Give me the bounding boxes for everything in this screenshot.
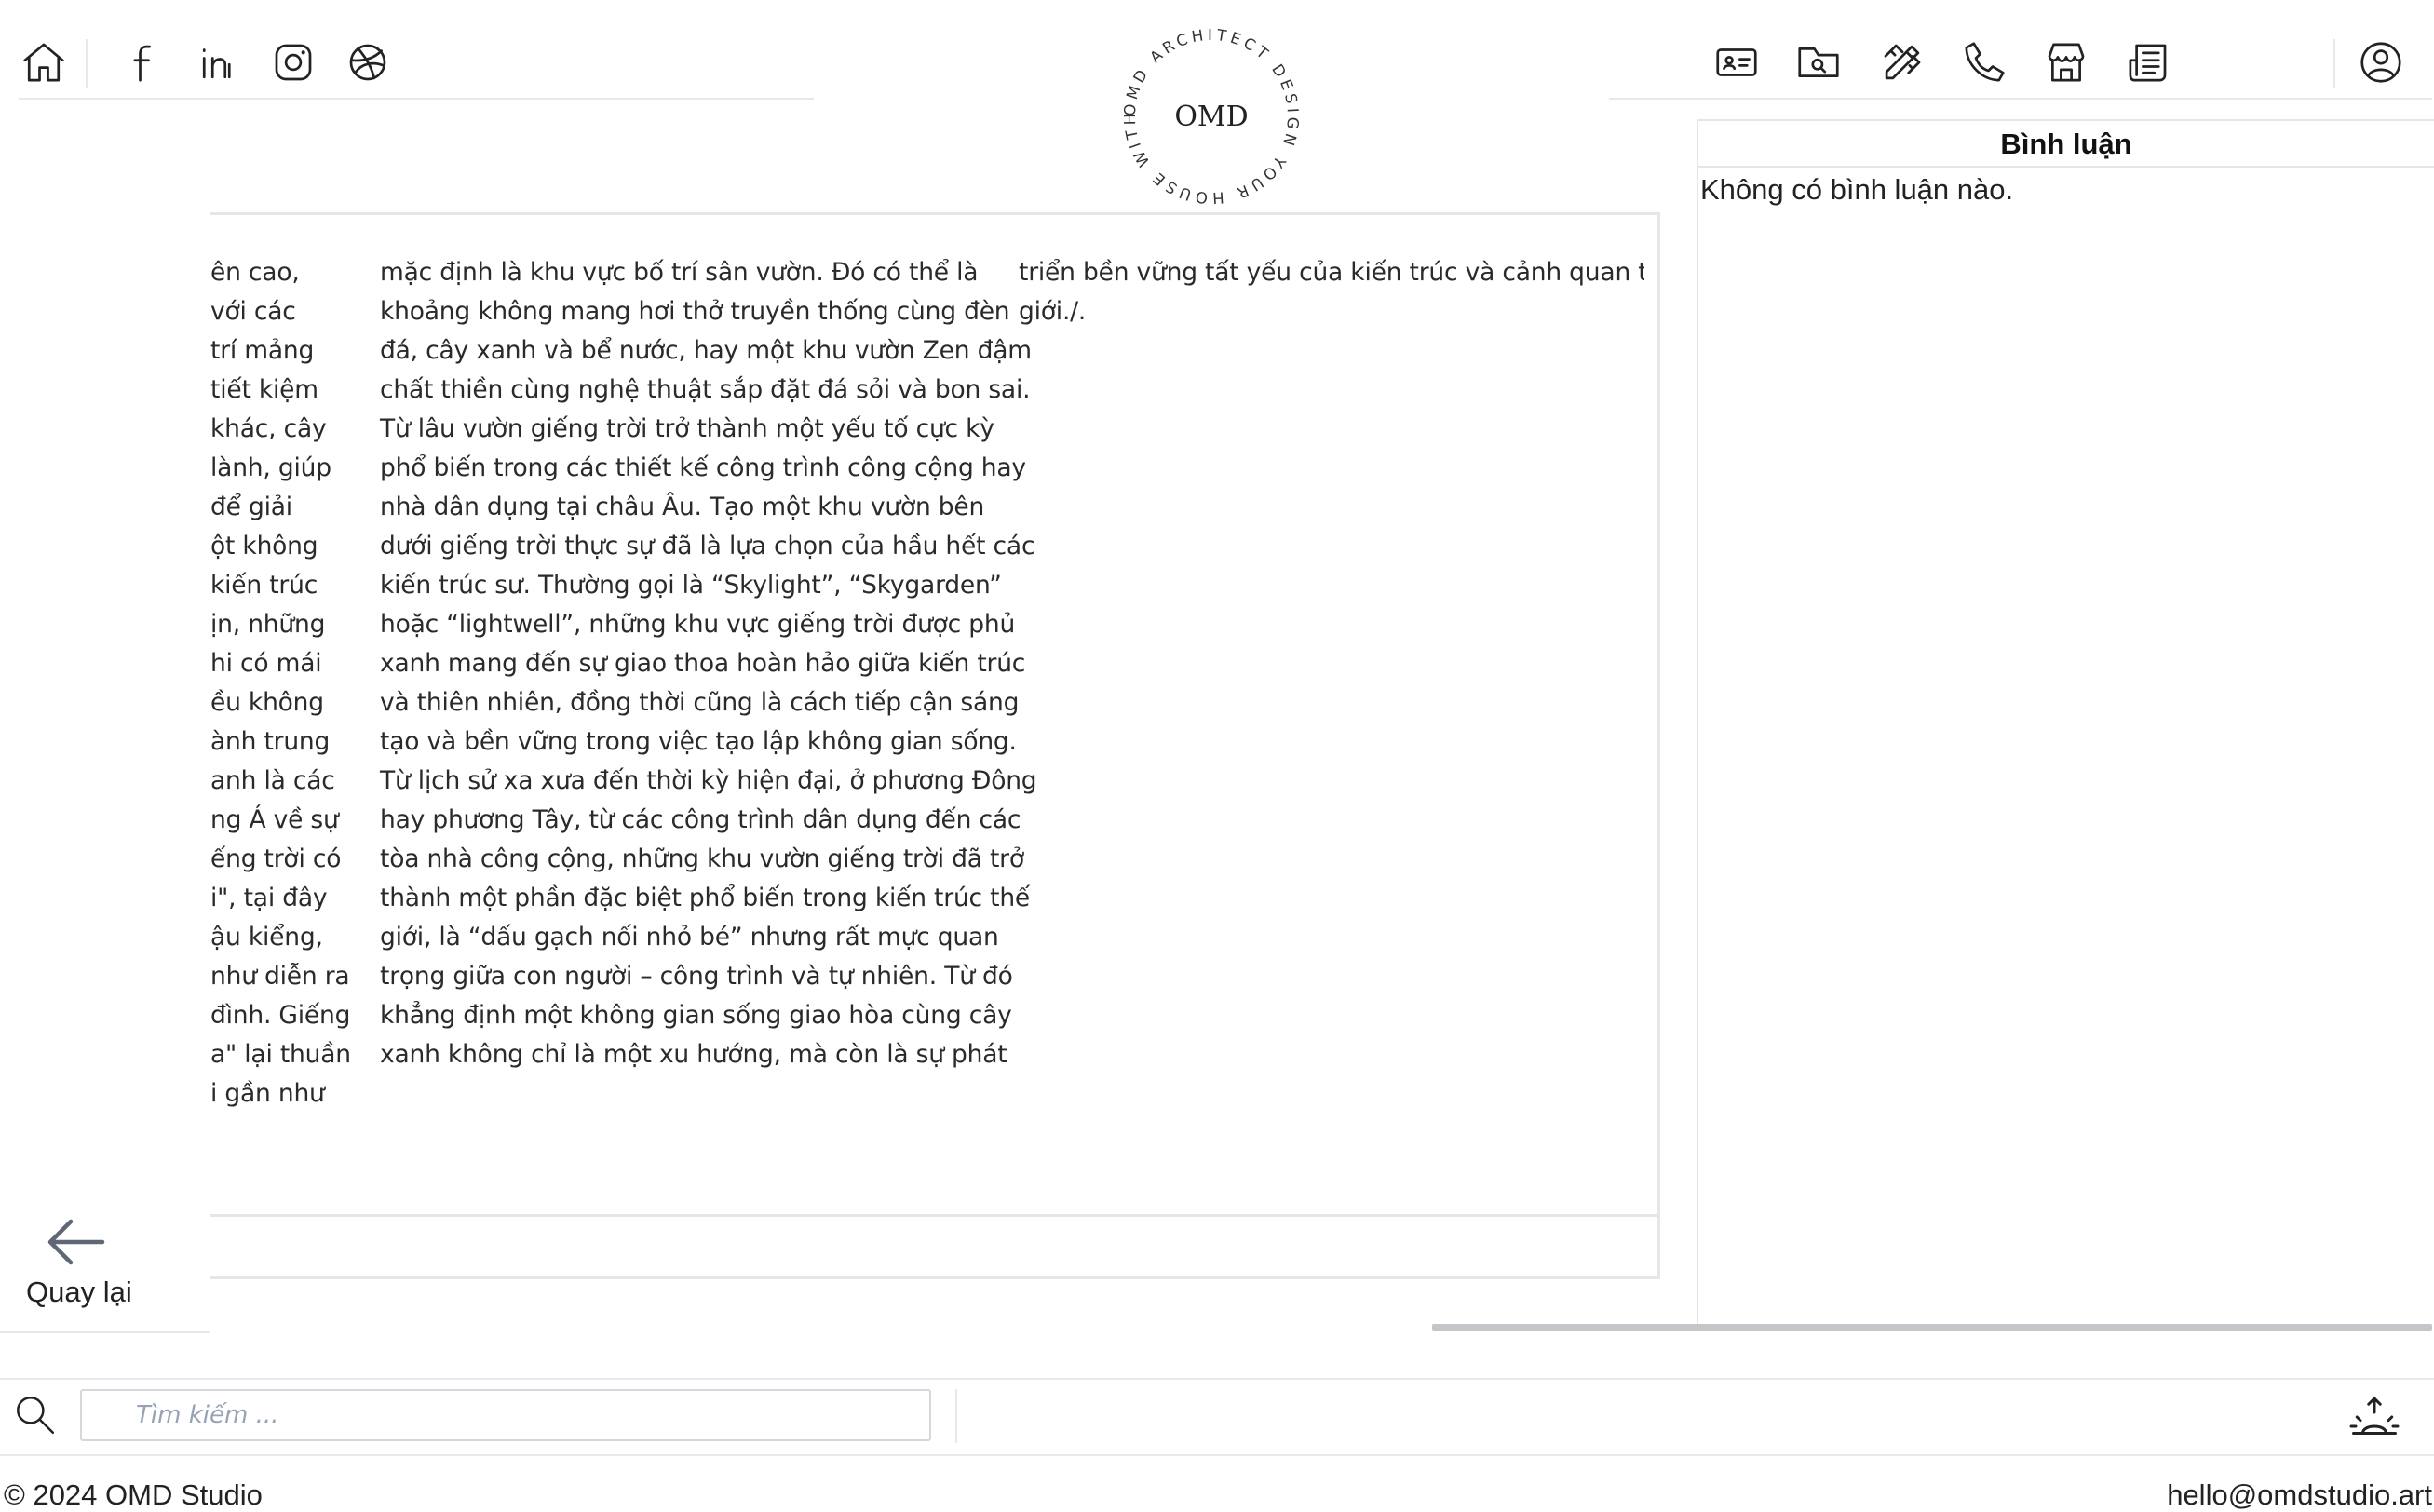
back-divider [0,1331,210,1333]
article-line: i", tại đây [210,884,328,912]
article-line: Từ lâu vườn giếng trời trở thành một yếu… [380,414,994,443]
article-line: ậu kiểng, [210,923,323,952]
article-line: phổ biến trong các thiết kế công trình c… [380,453,1026,482]
search-icon[interactable] [11,1391,58,1438]
article-line: để giải [210,493,292,521]
article-line: ột không [210,532,318,560]
user-account-icon[interactable] [2356,37,2406,88]
omd-logo[interactable]: OMD ARCHITECT DESIGN YOUR HOUSE WITH OMD [1110,24,1313,209]
header-separator-left [86,39,88,88]
phone-icon[interactable] [1959,37,2009,88]
contact-card-icon[interactable] [1711,37,1762,88]
comments-title: Bình luận [1698,121,2434,168]
footer-top-divider [0,1454,2434,1456]
article-line: giới./. [1019,297,1087,326]
article-line: ếng trời có [210,844,342,873]
back-label[interactable]: Quay lại [26,1276,132,1309]
article-line: ịn, những [210,610,326,639]
article-line: chất thiền cùng nghệ thuật sắp đặt đá sỏ… [380,375,1031,404]
search-bar-top-divider [0,1378,2434,1380]
arrow-left-icon [47,1219,105,1265]
header-divider-right [1609,98,2432,100]
footer-copyright: © 2024 OMD Studio [4,1478,263,1511]
store-icon[interactable] [2041,37,2091,88]
article-column-3: triển bền vững tất yếu của kiến trúc và … [1019,253,1644,331]
article-line: khoảng không mang hơi thở truyền thống c… [380,297,1010,326]
article-line: anh là các [210,766,335,795]
article-line: dưới giếng trời thực sự đã là lựa chọn c… [380,532,1035,560]
article-line: trọng giữa con người – công trình và tự … [380,962,1013,991]
article-line: kiến trúc sư. Thường gọi là “Skylight”, … [380,571,1002,600]
article-line: lành, giúp [210,453,331,482]
news-icon[interactable] [2123,37,2173,88]
logo-center-text: OMD [1174,101,1248,133]
footer-email-link[interactable]: hello@omdstudio.art [2167,1478,2432,1512]
instagram-icon[interactable] [268,37,318,88]
article-line: ành trung [210,727,331,756]
comments-panel: Bình luận Không có bình luận nào. [1697,119,2434,1331]
article-line: tạo và bền vững trong việc tạo lập không… [380,727,1017,756]
article-column-2: mặc định là khu vực bố trí sân vườn. Đó … [380,253,1037,1074]
article-line: giới, là “dấu gạch nối nhỏ bé” nhưng rất… [380,923,999,952]
article-line: tòa nhà công cộng, những khu vườn giếng … [380,844,1024,873]
design-tools-icon[interactable] [1877,37,1927,88]
article-line: ng Á về sự [210,805,339,834]
article-line: tiết kiệm [210,375,318,404]
article-column-1: ên cao, với các trí mảng tiết kiệm khác, cây… [210,253,351,1114]
article-line: i gần như [210,1079,325,1108]
article-line: khẳng định một không gian sống giao hòa … [380,1001,1012,1030]
article-line: kiến trúc [210,571,318,600]
article-line: với các [210,297,296,326]
article-line: mặc định là khu vực bố trí sân vườn. Đó … [380,258,979,287]
article-line: xanh không chỉ là một xu hướng, mà còn l… [380,1040,1007,1069]
article-line: ều không [210,688,324,717]
article-line: hay phương Tây, từ các công trình dân dụ… [380,805,1021,834]
article-line: xanh mang đến sự giao thoa hoàn hảo giữa… [380,649,1026,678]
article-line: và thiên nhiên, đồng thời cũng là cách t… [380,688,1020,717]
comments-empty-text: Không có bình luận nào. [1700,173,2014,206]
header-divider-left [19,98,814,100]
linkedin-icon[interactable] [194,37,244,88]
horizontal-scrollbar[interactable] [1432,1324,2432,1331]
article-line: nhà dân dụng tại châu Âu. Tạo một khu vư… [380,493,985,521]
article-line: như diễn ra [210,962,350,991]
article-line: đình. Giếng [210,1001,351,1030]
folder-search-icon[interactable] [1793,37,1844,88]
article-line: Từ lịch sử xa xưa đến thời kỳ hiện đại, … [380,766,1037,795]
article-body[interactable]: ên cao, với các trí mảng tiết kiệm khác, cây… [210,253,1644,1128]
search-input[interactable] [80,1389,931,1441]
article-line: hi có mái [210,649,322,678]
search-bar-separator [955,1389,957,1443]
home-icon[interactable] [19,37,69,88]
article-line: trí mảng [210,336,315,365]
article-line: hoặc “lightwell”, những khu vực giếng tr… [380,610,1016,639]
facebook-icon[interactable] [119,37,169,88]
article-line: a" lại thuần [210,1040,351,1069]
article-line: triển bền vững tất yếu của kiến trúc và … [1019,258,1644,287]
article-line: khác, cây [210,414,327,443]
dribbble-icon[interactable] [343,37,393,88]
header-separator-right [2333,39,2335,88]
article-line: ên cao, [210,258,300,287]
article-line: đá, cây xanh và bể nước, hay một khu vườ… [380,336,1032,365]
sunrise-icon[interactable] [2346,1389,2402,1445]
article-footer-divider [210,1214,1657,1217]
article-line: thành một phần đặc biệt phổ biến trong k… [380,884,1031,912]
